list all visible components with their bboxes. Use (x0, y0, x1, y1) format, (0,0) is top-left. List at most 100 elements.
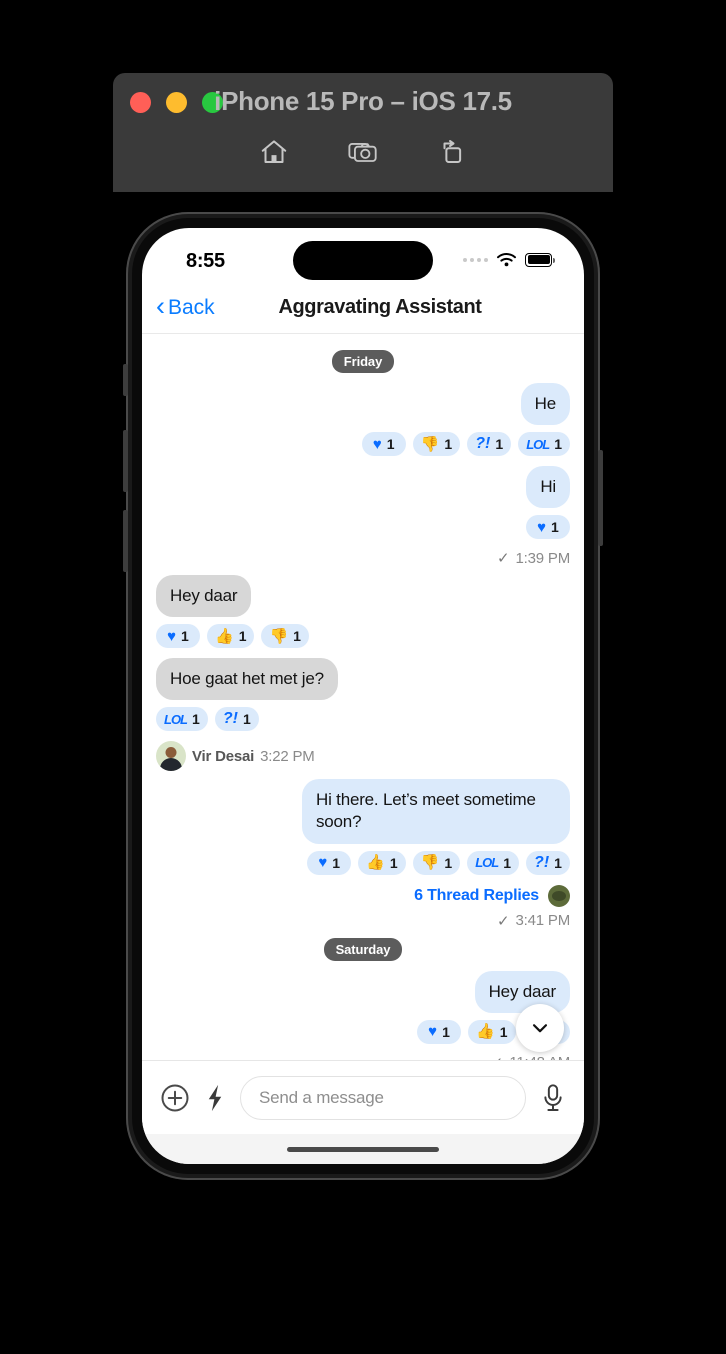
message-meta: ✓ 11:48 AM (156, 1054, 570, 1060)
message-meta: ✓ 3:41 PM (156, 912, 570, 930)
reactions-row: LOL 1?! 1 (156, 702, 570, 737)
reaction-count: 1 (293, 628, 301, 645)
lightning-bolt-icon[interactable] (204, 1083, 226, 1113)
back-button[interactable]: ‹ Back (156, 290, 215, 321)
silent-switch-button[interactable] (123, 364, 128, 396)
reaction-chip-thumbsdown[interactable]: 👎1 (412, 432, 461, 457)
exclaim-reaction-icon: ?! (534, 853, 550, 871)
reaction-count: 1 (389, 854, 398, 871)
rotate-icon[interactable] (435, 135, 469, 169)
reaction-chip-heart[interactable]: ♥ 1 (156, 624, 200, 649)
reaction-chip-heart[interactable]: ♥ 1 (307, 850, 352, 875)
volume-down-button[interactable] (123, 510, 128, 572)
reactions-row: ♥ 1 👍 1 👎 1 LOL 1?! 1 (156, 846, 570, 881)
microphone-icon[interactable] (540, 1083, 566, 1113)
reaction-chip-lol[interactable]: LOL 1 (156, 707, 208, 732)
exclaim-reaction-icon: ?! (222, 710, 238, 728)
date-divider: Friday (156, 350, 570, 373)
reaction-count: 1 (495, 436, 504, 453)
message-meta: ✓ 1:39 PM (156, 549, 571, 568)
reaction-chip-thumbsdown[interactable]: 👎1 (412, 850, 461, 875)
message-timestamp: 11:48 AM (509, 1054, 570, 1060)
thread-replies-link[interactable]: 6 Thread Replies (156, 884, 570, 907)
message-row: Hoe gaat het met je? (156, 658, 570, 701)
heart-reaction-icon: ♥ (537, 518, 547, 536)
chevron-left-icon: ‹ (156, 290, 165, 321)
delivered-check-icon: ✓ (496, 550, 510, 568)
message-bubble[interactable]: Hoe gaat het met je? (156, 658, 338, 701)
reaction-chip-heart[interactable]: ♥ 1 (417, 1019, 462, 1044)
thumbsdown-reaction-icon: 👎 (420, 854, 440, 872)
message-bubble[interactable]: Hi (526, 466, 570, 509)
wifi-icon (496, 252, 517, 267)
delivered-check-icon: ✓ (496, 912, 510, 930)
battery-icon (525, 252, 555, 267)
reaction-chip-heart[interactable]: ♥ 1 (526, 515, 570, 540)
reaction-count: 1 (181, 628, 189, 645)
signal-dots-icon (463, 257, 488, 262)
message-sender-name: Vir Desai (192, 747, 255, 765)
reaction-chip-exclaim[interactable]: ?! 1 (526, 850, 570, 875)
avatar (156, 741, 186, 772)
simulator-window: iPhone 15 Pro – iOS 17.5 (113, 73, 613, 192)
heart-reaction-icon: ♥ (428, 1023, 438, 1041)
reaction-count: 1 (242, 711, 251, 728)
message-bubble[interactable]: Hey daar (156, 575, 252, 618)
reaction-chip-lol[interactable]: LOL 1 (467, 850, 519, 875)
reaction-chip-thumbsup[interactable]: 👍 1 (207, 624, 255, 649)
reactions-row: ♥1👍1👎1 (156, 1015, 570, 1050)
reaction-count: 1 (386, 436, 395, 453)
message-row: Hey daar (156, 970, 570, 1013)
navigation-bar: ‹ Back Aggravating Assistant (142, 282, 584, 334)
thread-replies-label: 6 Thread Replies (414, 886, 539, 904)
message-input[interactable]: Send a message (240, 1075, 526, 1120)
heart-reaction-icon: ♥ (167, 627, 177, 645)
status-time: 8:55 (186, 250, 225, 272)
reaction-chip-lol[interactable]: LOL 1 (518, 432, 570, 457)
message-bubble[interactable]: Hey daar (474, 970, 570, 1013)
volume-up-button[interactable] (123, 430, 128, 492)
reaction-chip-thumbsup[interactable]: 👍 1 (358, 850, 406, 875)
iphone-device-frame: 8:55 ‹ Back Aggravating Assistant Friday… (123, 212, 603, 1180)
scroll-to-bottom-button[interactable] (516, 1004, 564, 1052)
plus-circle-icon[interactable] (160, 1083, 190, 1113)
date-divider: Saturday (156, 937, 570, 961)
dynamic-island (293, 241, 433, 280)
message-timestamp: 1:39 PM (515, 549, 571, 567)
message-bubble[interactable]: He (520, 383, 570, 426)
reaction-count: 1 (442, 1023, 450, 1040)
reaction-count: 1 (332, 854, 341, 871)
exclaim-reaction-icon: ?! (475, 435, 491, 453)
screenshot-icon[interactable] (346, 135, 380, 169)
heart-reaction-icon: ♥ (372, 435, 382, 453)
reaction-chip-exclaim[interactable]: ?! 1 (467, 432, 512, 457)
message-timestamp: 3:22 PM (260, 747, 315, 765)
message-row: Hi there. Let’s meet sometime soon? (156, 779, 570, 844)
reaction-chip-heart[interactable]: ♥ 1 (361, 432, 406, 457)
message-list[interactable]: Friday He ♥ 1 👎 1?! 1 LOL 1 Hi ♥ 1 ✓ 1:39 PM Hey daar ♥… (142, 334, 584, 1060)
message-row: Hey daar (156, 575, 570, 618)
lol-reaction-icon: LOL (475, 855, 499, 871)
reactions-row: ♥ 1 (156, 510, 570, 545)
delivered-check-icon: ✓ (491, 1054, 504, 1060)
message-bubble[interactable]: Hi there. Let’s meet sometime soon? (302, 779, 570, 844)
reactions-row: ♥ 1 👎 1?! 1 LOL 1 (156, 427, 570, 462)
power-button[interactable] (598, 450, 603, 546)
thumbsup-reaction-icon: 👍 (476, 1023, 495, 1041)
home-indicator[interactable] (287, 1146, 439, 1152)
reaction-count: 1 (238, 628, 247, 645)
reaction-count: 1 (554, 436, 562, 453)
thumbsdown-reaction-icon: 👎 (269, 627, 289, 645)
reaction-count: 1 (499, 1023, 508, 1040)
reaction-chip-thumbsup[interactable]: 👍 1 (468, 1019, 516, 1044)
reaction-chip-exclaim[interactable]: ?! 1 (214, 707, 259, 732)
reaction-count: 1 (551, 519, 559, 536)
date-divider-label: Saturday (323, 937, 403, 961)
heart-reaction-icon: ♥ (318, 854, 328, 872)
home-icon[interactable] (257, 135, 291, 169)
reaction-count: 1 (444, 436, 453, 453)
reaction-chip-thumbsdown[interactable]: 👎1 (261, 624, 309, 649)
message-meta: Vir Desai 3:22 PM (156, 741, 570, 772)
thumbsup-reaction-icon: 👍 (366, 854, 385, 872)
message-timestamp: 3:41 PM (515, 912, 571, 930)
